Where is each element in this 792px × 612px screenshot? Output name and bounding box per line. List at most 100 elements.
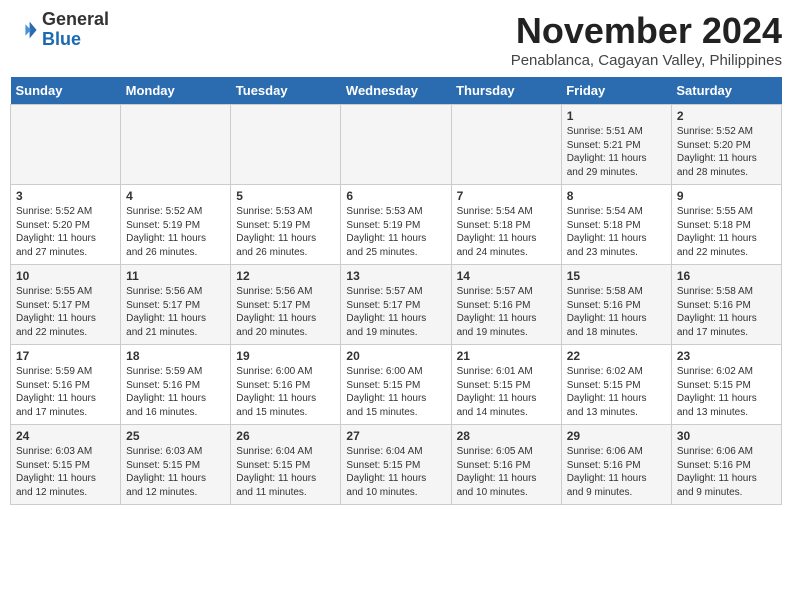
calendar-cell: 2Sunrise: 5:52 AM Sunset: 5:20 PM Daylig… — [671, 105, 781, 185]
day-number: 20 — [346, 349, 445, 363]
day-info: Sunrise: 5:58 AM Sunset: 5:16 PM Dayligh… — [567, 285, 666, 339]
calendar-cell: 18 Sunrise: 5:59 AM Sunset: 5:16 PM Dayli… — [121, 345, 231, 425]
week-row-1: 3 Sunrise: 5:52 AM Sunset: 5:20 PM Daylig… — [11, 185, 782, 265]
day-info: Sunrise: 6:03 AM Sunset: 5:15 PM Dayligh… — [16, 445, 115, 499]
day-info: Sunrise: 6:04 AM Sunset: 5:15 PM Dayligh… — [236, 445, 335, 499]
calendar-cell: 17 Sunrise: 5:59 AM Sunset: 5:16 PM Dayli… — [11, 345, 121, 425]
weekday-header-wednesday: Wednesday — [341, 77, 451, 105]
day-number: 12 — [236, 269, 335, 283]
weekday-header-row: SundayMondayTuesdayWednesdayThursdayFrid… — [11, 77, 782, 105]
calendar-cell: 10 Sunrise: 5:55 AM Sunset: 5:17 PM Dayli… — [11, 265, 121, 345]
day-number: 6 — [346, 189, 445, 203]
day-info: Sunrise: 6:01 AM Sunset: 5:15 PM Dayligh… — [457, 365, 556, 419]
calendar-cell: 28Sunrise: 6:05 AM Sunset: 5:16 PM Dayli… — [451, 425, 561, 505]
weekday-header-monday: Monday — [121, 77, 231, 105]
calendar-cell: 22Sunrise: 6:02 AM Sunset: 5:15 PM Dayli… — [561, 345, 671, 425]
location-subtitle: Penablanca, Cagayan Valley, Philippines — [511, 52, 782, 69]
month-title: November 2024 — [511, 10, 782, 52]
day-number: 9 — [677, 189, 776, 203]
calendar-cell: 7 Sunrise: 5:54 AM Sunset: 5:18 PM Daylig… — [451, 185, 561, 265]
day-info: Sunrise: 5:52 AM Sunset: 5:20 PM Dayligh… — [16, 205, 115, 259]
day-info: Sunrise: 5:57 AM Sunset: 5:16 PM Dayligh… — [457, 285, 556, 339]
calendar-cell: 26 Sunrise: 6:04 AM Sunset: 5:15 PM Dayli… — [231, 425, 341, 505]
calendar-cell — [231, 105, 341, 185]
title-area: November 2024 Penablanca, Cagayan Valley… — [511, 10, 782, 69]
day-info: Sunrise: 5:59 AM Sunset: 5:16 PM Dayligh… — [16, 365, 115, 419]
day-number: 13 — [346, 269, 445, 283]
day-number: 18 — [126, 349, 225, 363]
weekday-header-sunday: Sunday — [11, 77, 121, 105]
calendar-cell: 13Sunrise: 5:57 AM Sunset: 5:17 PM Dayli… — [341, 265, 451, 345]
week-row-4: 24 Sunrise: 6:03 AM Sunset: 5:15 PM Dayli… — [11, 425, 782, 505]
day-number: 28 — [457, 429, 556, 443]
day-number: 10 — [16, 269, 115, 283]
day-info: Sunrise: 5:55 AM Sunset: 5:17 PM Dayligh… — [16, 285, 115, 339]
day-number: 19 — [236, 349, 335, 363]
calendar-cell: 14 Sunrise: 5:57 AM Sunset: 5:16 PM Dayli… — [451, 265, 561, 345]
calendar-table: SundayMondayTuesdayWednesdayThursdayFrid… — [10, 77, 782, 505]
week-row-2: 10 Sunrise: 5:55 AM Sunset: 5:17 PM Dayli… — [11, 265, 782, 345]
day-number: 26 — [236, 429, 335, 443]
logo-icon — [10, 16, 38, 44]
logo-text: General Blue — [42, 10, 109, 50]
calendar-cell: 12Sunrise: 5:56 AM Sunset: 5:17 PM Dayli… — [231, 265, 341, 345]
day-number: 1 — [567, 109, 666, 123]
calendar-cell — [121, 105, 231, 185]
calendar-cell: 3 Sunrise: 5:52 AM Sunset: 5:20 PM Daylig… — [11, 185, 121, 265]
day-number: 7 — [457, 189, 556, 203]
day-info: Sunrise: 5:54 AM Sunset: 5:18 PM Dayligh… — [457, 205, 556, 259]
calendar-cell: 6 Sunrise: 5:53 AM Sunset: 5:19 PM Daylig… — [341, 185, 451, 265]
calendar-cell: 24 Sunrise: 6:03 AM Sunset: 5:15 PM Dayli… — [11, 425, 121, 505]
day-number: 24 — [16, 429, 115, 443]
day-info: Sunrise: 6:00 AM Sunset: 5:16 PM Dayligh… — [236, 365, 335, 419]
calendar-cell: 27Sunrise: 6:04 AM Sunset: 5:15 PM Dayli… — [341, 425, 451, 505]
day-number: 23 — [677, 349, 776, 363]
calendar-cell: 5 Sunrise: 5:53 AM Sunset: 5:19 PM Daylig… — [231, 185, 341, 265]
day-info: Sunrise: 5:58 AM Sunset: 5:16 PM Dayligh… — [677, 285, 776, 339]
calendar-cell: 29 Sunrise: 6:06 AM Sunset: 5:16 PM Dayli… — [561, 425, 671, 505]
calendar-cell — [451, 105, 561, 185]
day-info: Sunrise: 6:03 AM Sunset: 5:15 PM Dayligh… — [126, 445, 225, 499]
week-row-0: 1 Sunrise: 5:51 AM Sunset: 5:21 PM Daylig… — [11, 105, 782, 185]
calendar-cell: 19 Sunrise: 6:00 AM Sunset: 5:16 PM Dayli… — [231, 345, 341, 425]
day-info: Sunrise: 5:52 AM Sunset: 5:19 PM Dayligh… — [126, 205, 225, 259]
day-info: Sunrise: 6:02 AM Sunset: 5:15 PM Dayligh… — [567, 365, 666, 419]
day-number: 5 — [236, 189, 335, 203]
calendar-cell: 15 Sunrise: 5:58 AM Sunset: 5:16 PM Dayli… — [561, 265, 671, 345]
day-info: Sunrise: 5:56 AM Sunset: 5:17 PM Dayligh… — [126, 285, 225, 339]
calendar-cell — [341, 105, 451, 185]
day-info: Sunrise: 6:06 AM Sunset: 5:16 PM Dayligh… — [567, 445, 666, 499]
calendar-cell: 23 Sunrise: 6:02 AM Sunset: 5:15 PM Dayli… — [671, 345, 781, 425]
day-info: Sunrise: 5:53 AM Sunset: 5:19 PM Dayligh… — [236, 205, 335, 259]
day-info: Sunrise: 6:00 AM Sunset: 5:15 PM Dayligh… — [346, 365, 445, 419]
day-number: 2 — [677, 109, 776, 123]
calendar-cell: 16 Sunrise: 5:58 AM Sunset: 5:16 PM Dayli… — [671, 265, 781, 345]
calendar-cell: 30 Sunrise: 6:06 AM Sunset: 5:16 PM Dayli… — [671, 425, 781, 505]
day-info: Sunrise: 5:53 AM Sunset: 5:19 PM Dayligh… — [346, 205, 445, 259]
day-info: Sunrise: 5:55 AM Sunset: 5:18 PM Dayligh… — [677, 205, 776, 259]
calendar-cell: 9 Sunrise: 5:55 AM Sunset: 5:18 PM Daylig… — [671, 185, 781, 265]
day-number: 16 — [677, 269, 776, 283]
day-number: 29 — [567, 429, 666, 443]
day-info: Sunrise: 5:51 AM Sunset: 5:21 PM Dayligh… — [567, 125, 666, 179]
day-number: 3 — [16, 189, 115, 203]
weekday-header-thursday: Thursday — [451, 77, 561, 105]
day-number: 14 — [457, 269, 556, 283]
day-number: 27 — [346, 429, 445, 443]
header: General Blue November 2024 Penablanca, C… — [10, 10, 782, 69]
day-info: Sunrise: 5:54 AM Sunset: 5:18 PM Dayligh… — [567, 205, 666, 259]
day-info: Sunrise: 5:59 AM Sunset: 5:16 PM Dayligh… — [126, 365, 225, 419]
day-number: 21 — [457, 349, 556, 363]
day-number: 15 — [567, 269, 666, 283]
day-number: 30 — [677, 429, 776, 443]
day-number: 8 — [567, 189, 666, 203]
weekday-header-friday: Friday — [561, 77, 671, 105]
weekday-header-saturday: Saturday — [671, 77, 781, 105]
day-number: 17 — [16, 349, 115, 363]
weekday-header-tuesday: Tuesday — [231, 77, 341, 105]
day-info: Sunrise: 6:02 AM Sunset: 5:15 PM Dayligh… — [677, 365, 776, 419]
calendar-cell: 8 Sunrise: 5:54 AM Sunset: 5:18 PM Daylig… — [561, 185, 671, 265]
day-number: 4 — [126, 189, 225, 203]
logo: General Blue — [10, 10, 109, 50]
day-info: Sunrise: 6:06 AM Sunset: 5:16 PM Dayligh… — [677, 445, 776, 499]
